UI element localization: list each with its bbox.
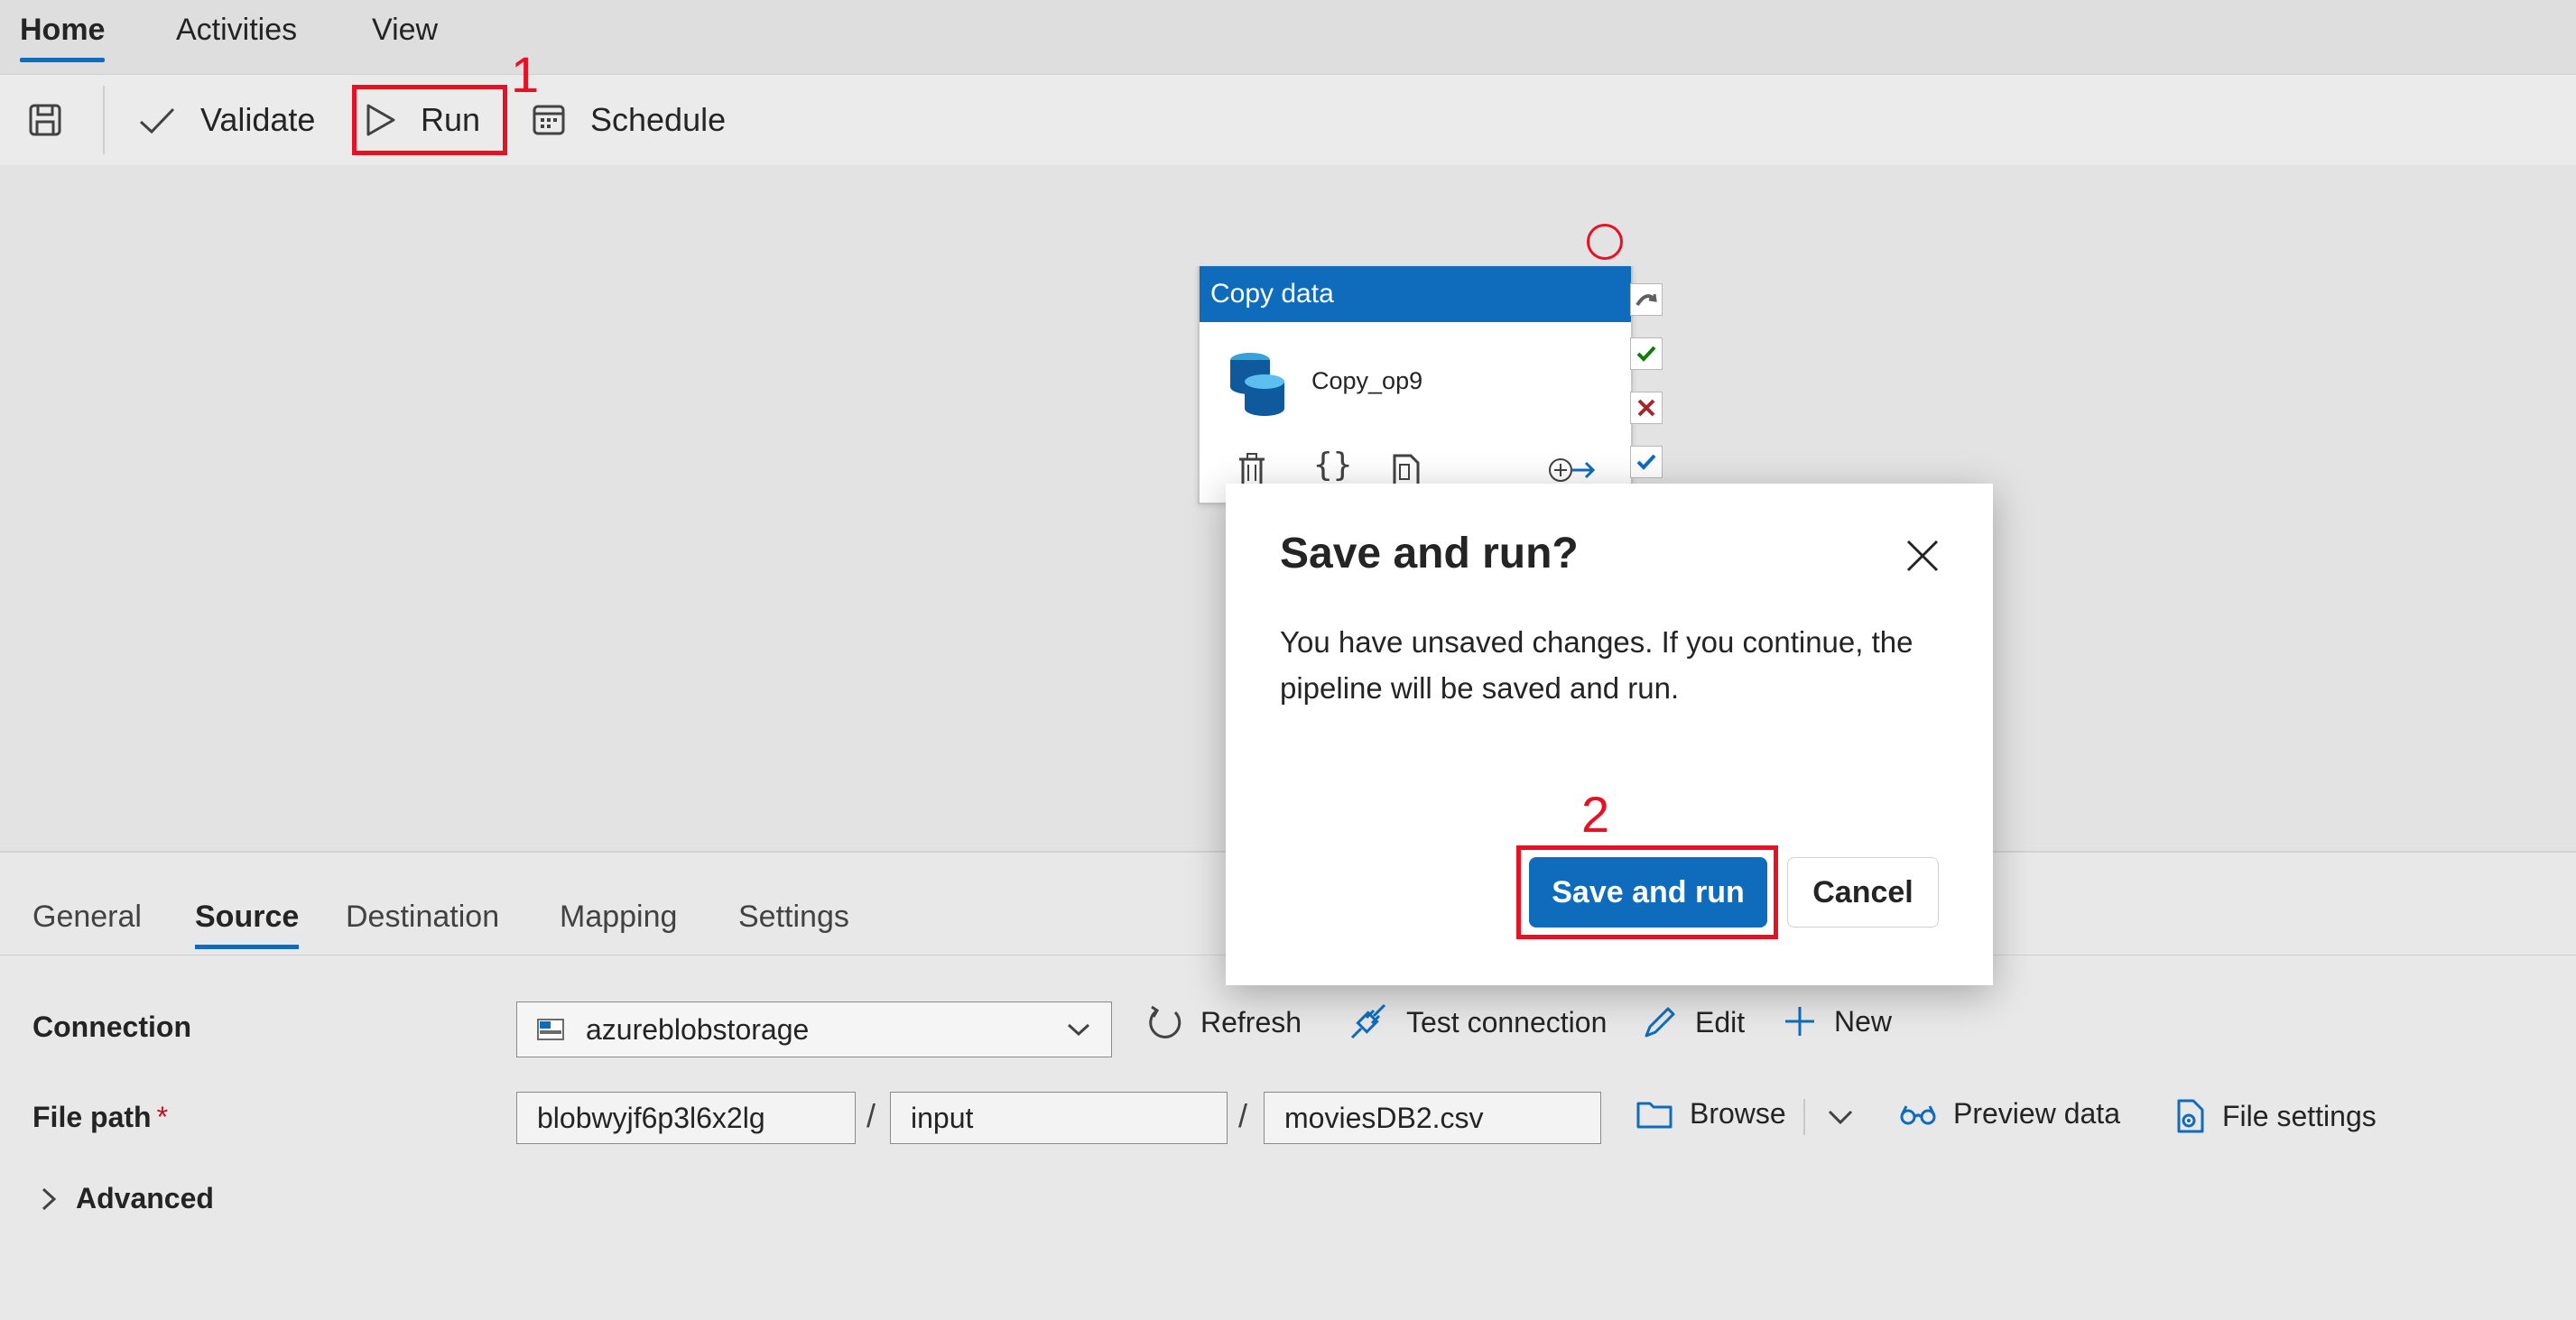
dialog-title: Save and run? (1280, 530, 1579, 577)
tab-destination[interactable]: Destination (346, 900, 499, 935)
save-icon (29, 104, 61, 136)
failure-connector-icon[interactable] (1630, 392, 1663, 424)
plus-icon (1785, 1007, 1814, 1036)
connection-value: azureblobstorage (586, 1012, 810, 1046)
validate-label: Validate (200, 101, 316, 138)
file-path-label-text: File path (32, 1101, 152, 1133)
file-path-label: File path * (32, 1101, 168, 1134)
folder-icon (1636, 1102, 1673, 1128)
file-name-input[interactable]: moviesDB2.csv (1264, 1092, 1601, 1144)
delete-icon[interactable] (1236, 452, 1268, 488)
add-output-icon[interactable] (1546, 454, 1597, 486)
checkmark-icon (139, 107, 175, 134)
file-settings-label: File settings (2222, 1099, 2377, 1132)
save-button[interactable] (27, 75, 87, 165)
chevron-down-icon (1067, 1023, 1090, 1037)
database-icon (1230, 353, 1284, 416)
activity-name: Copy_op9 (1311, 367, 1423, 394)
glasses-icon (1900, 1104, 1936, 1124)
browse-label: Browse (1690, 1097, 1786, 1130)
plug-icon (1350, 1003, 1386, 1039)
file-settings-icon (2177, 1099, 2204, 1133)
browse-divider (1803, 1099, 1805, 1135)
new-label: New (1834, 1004, 1893, 1038)
chevron-down-icon[interactable] (1827, 1108, 1854, 1126)
tab-view[interactable]: View (372, 13, 438, 48)
container-input[interactable]: blobwyjf6p3l6x2lg (516, 1092, 856, 1144)
new-connection-button[interactable]: New (1782, 1003, 1892, 1039)
file-settings-button[interactable]: File settings (2173, 1097, 2377, 1135)
path-separator: / (1238, 1097, 1248, 1134)
cancel-button[interactable]: Cancel (1787, 857, 1939, 928)
advanced-label: Advanced (76, 1182, 214, 1214)
required-marker: * (156, 1101, 169, 1133)
refresh-icon (1149, 1005, 1181, 1038)
edit-label: Edit (1695, 1005, 1746, 1038)
annotation-number: 2 (1581, 786, 1610, 843)
activity-type-label: Copy data (1200, 266, 1631, 322)
code-icon[interactable]: {} (1313, 447, 1352, 484)
connection-label: Connection (32, 1011, 191, 1043)
pencil-icon (1645, 1007, 1675, 1038)
schedule-button[interactable]: Schedule (531, 75, 726, 165)
annotation-box-save-run (1516, 845, 1778, 939)
tab-mapping[interactable]: Mapping (560, 900, 677, 935)
advanced-toggle[interactable]: Advanced (40, 1182, 214, 1215)
annotation-number: 1 (511, 46, 540, 103)
refresh-label: Refresh (1200, 1005, 1302, 1038)
toolbar-divider (103, 86, 105, 154)
dialog-message: You have unsaved changes. If you continu… (1280, 625, 1913, 705)
annotation-circle (1587, 224, 1623, 260)
close-icon[interactable] (1901, 534, 1944, 577)
tab-activities[interactable]: Activities (176, 13, 297, 48)
completion-connector-icon[interactable] (1630, 446, 1663, 478)
tab-home[interactable]: Home (20, 13, 106, 62)
copy-data-activity[interactable]: Copy data Copy_op9 {} (1198, 266, 1633, 504)
tab-general[interactable]: General (32, 900, 142, 935)
connection-select[interactable]: azureblobstorage (516, 1002, 1112, 1057)
refresh-button[interactable]: Refresh (1146, 1003, 1302, 1041)
chevron-right-icon (42, 1187, 57, 1210)
copy-icon[interactable] (1389, 452, 1422, 488)
path-separator: / (866, 1097, 876, 1134)
tab-source[interactable]: Source (195, 900, 300, 949)
skip-connector-icon[interactable] (1630, 283, 1663, 316)
schedule-label: Schedule (590, 101, 727, 138)
validate-button[interactable]: Validate (137, 75, 315, 165)
browse-button[interactable]: Browse (1635, 1097, 1786, 1131)
preview-data-label: Preview data (1953, 1097, 2120, 1130)
success-connector-icon[interactable] (1630, 337, 1663, 370)
directory-input[interactable]: input (890, 1092, 1228, 1144)
calendar-icon (533, 105, 565, 135)
storage-icon (537, 1019, 564, 1040)
preview-data-button[interactable]: Preview data (1899, 1097, 2120, 1131)
annotation-box-run (352, 85, 507, 155)
test-connection-button[interactable]: Test connection (1348, 1003, 1607, 1041)
top-tab-bar: Home Activities View (0, 0, 2576, 74)
tab-settings[interactable]: Settings (738, 900, 849, 935)
edit-button[interactable]: Edit (1641, 1003, 1745, 1041)
test-connection-label: Test connection (1406, 1005, 1608, 1038)
